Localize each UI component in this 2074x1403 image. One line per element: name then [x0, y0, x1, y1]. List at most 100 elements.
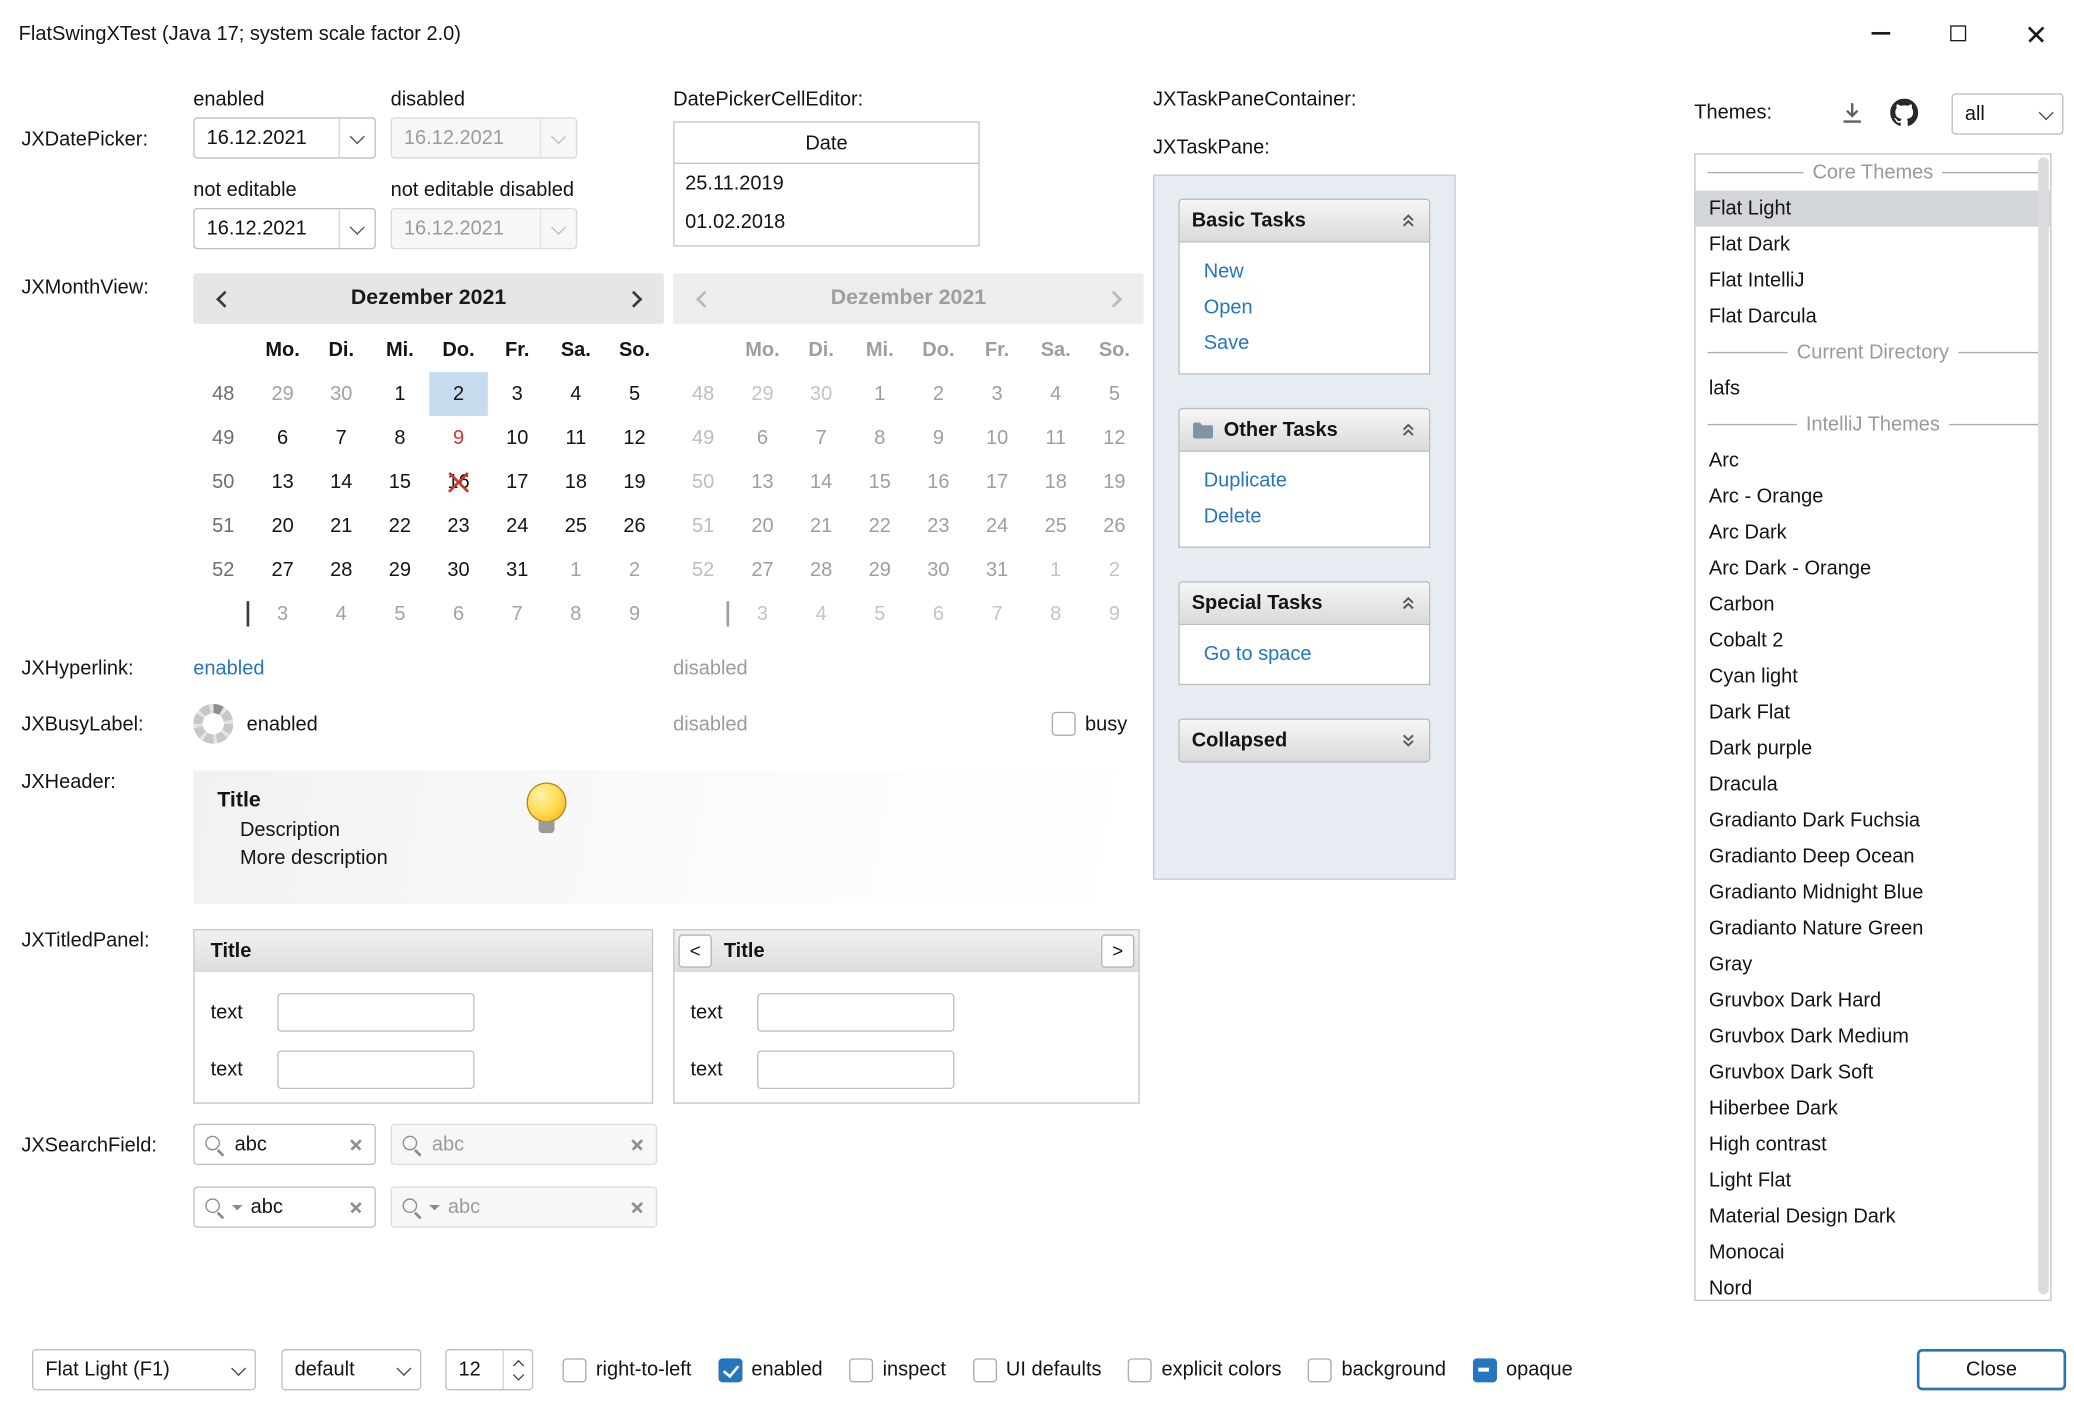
calendar-day[interactable]: 26	[605, 504, 664, 548]
checkbox-box[interactable]	[1308, 1358, 1332, 1382]
theme-list-item[interactable]: Carbon	[1696, 587, 2051, 623]
themes-list[interactable]: Core ThemesFlat LightFlat DarkFlat Intel…	[1694, 153, 2051, 1301]
calendar-day[interactable]: 15	[371, 460, 430, 504]
calendar-day[interactable]: 5	[371, 592, 430, 636]
calendar-day[interactable]: 29	[371, 548, 430, 592]
datepicker-not-editable[interactable]: 16.12.2021	[193, 208, 376, 249]
prev-month-button[interactable]	[193, 273, 254, 324]
calendar-day[interactable]: 7	[312, 416, 371, 460]
minimize-button[interactable]	[1842, 0, 1919, 67]
calendar-day[interactable]: 1	[371, 372, 430, 416]
calendar-day[interactable]: 6	[253, 416, 312, 460]
calendar-day[interactable]: 10	[488, 416, 547, 460]
theme-list-item[interactable]: Monocai	[1696, 1234, 2051, 1270]
checkbox-ui-defaults[interactable]: UI defaults	[973, 1358, 1102, 1382]
table-row[interactable]: 01.02.2018	[674, 203, 978, 242]
download-icon[interactable]	[1838, 99, 1866, 132]
text-input[interactable]	[278, 993, 475, 1032]
search-menu-arrow-icon[interactable]	[232, 1204, 243, 1209]
datepicker-enabled[interactable]: 16.12.2021	[193, 117, 376, 158]
theme-list-item[interactable]: Nord	[1696, 1270, 2051, 1301]
theme-list-item[interactable]: High contrast	[1696, 1126, 2051, 1162]
font-combo-dropdown-button[interactable]	[387, 1350, 420, 1389]
calendar-day[interactable]: 21	[312, 504, 371, 548]
theme-list-item[interactable]: Flat Darcula	[1696, 299, 2051, 335]
calendar-day[interactable]: 22	[371, 504, 430, 548]
checkbox-box[interactable]	[563, 1358, 587, 1382]
calendar-day[interactable]: 29	[253, 372, 312, 416]
close-window-button[interactable]	[1997, 0, 2074, 67]
taskpane-link[interactable]: New	[1180, 253, 1429, 289]
theme-list-item[interactable]: Material Design Dark	[1696, 1198, 2051, 1234]
calendar-day[interactable]: 24	[488, 504, 547, 548]
calendar-day[interactable]: 4	[547, 372, 606, 416]
titledpanel-prev-button[interactable]: <	[678, 934, 711, 967]
text-input[interactable]	[757, 1050, 954, 1089]
taskpane-link[interactable]: Duplicate	[1180, 463, 1429, 499]
theme-list-item[interactable]: Gradianto Dark Fuchsia	[1696, 802, 2051, 838]
calendar-day[interactable]: 19	[605, 460, 664, 504]
taskpane-header[interactable]: Special Tasks	[1178, 581, 1430, 625]
text-input[interactable]	[757, 993, 954, 1032]
taskpane-link[interactable]: Open	[1180, 289, 1429, 325]
clear-icon[interactable]	[348, 1199, 364, 1215]
calendar-day[interactable]: 17	[488, 460, 547, 504]
laf-combo-dropdown-button[interactable]	[221, 1350, 254, 1389]
searchfield-value[interactable]: abc	[235, 1133, 340, 1156]
theme-list-item[interactable]: Arc	[1696, 443, 2051, 479]
theme-list-item[interactable]: lafs	[1696, 371, 2051, 407]
checkbox-box[interactable]	[849, 1358, 873, 1382]
calendar-day[interactable]: 12	[605, 416, 664, 460]
datepicker-cell-editor-table[interactable]: Date 25.11.2019 01.02.2018	[673, 121, 980, 246]
searchfield-value[interactable]: abc	[251, 1196, 340, 1219]
calendar-day[interactable]: 13	[253, 460, 312, 504]
theme-list-item[interactable]: Flat Dark	[1696, 227, 2051, 263]
checkbox-opaque[interactable]: opaque	[1473, 1358, 1573, 1382]
theme-list-item[interactable]: Dracula	[1696, 766, 2051, 802]
checkbox-enabled[interactable]: enabled	[718, 1358, 822, 1382]
calendar-day[interactable]: 28	[312, 548, 371, 592]
calendar-day[interactable]: 3	[488, 372, 547, 416]
checkbox-box[interactable]	[718, 1358, 742, 1382]
calendar-day[interactable]: 11	[547, 416, 606, 460]
calendar-day[interactable]: 14	[312, 460, 371, 504]
calendar-day[interactable]: 6	[429, 592, 488, 636]
calendar-day[interactable]: 2	[605, 548, 664, 592]
taskpane-link[interactable]: Delete	[1180, 499, 1429, 535]
theme-list-item[interactable]: Flat IntelliJ	[1696, 263, 2051, 299]
calendar-day[interactable]: 25	[547, 504, 606, 548]
datepicker-value[interactable]: 16.12.2021	[195, 127, 339, 150]
calendar-day[interactable]: 5	[605, 372, 664, 416]
theme-list-item[interactable]: Cyan light	[1696, 659, 2051, 695]
theme-list-item[interactable]: Gray	[1696, 946, 2051, 982]
taskpane-header[interactable]: Collapsed	[1178, 718, 1430, 762]
theme-list-item[interactable]: Flat Light	[1696, 191, 2051, 227]
table-column-header-date[interactable]: Date	[674, 123, 978, 164]
theme-list-item[interactable]: Arc - Orange	[1696, 479, 2051, 515]
checkbox-box[interactable]	[1052, 712, 1076, 736]
calendar-day[interactable]: 31	[488, 548, 547, 592]
theme-list-item[interactable]: Gradianto Deep Ocean	[1696, 838, 2051, 874]
theme-list-item[interactable]: Gruvbox Dark Medium	[1696, 1018, 2051, 1054]
calendar-day[interactable]: 8	[547, 592, 606, 636]
theme-list-item[interactable]: Light Flat	[1696, 1162, 2051, 1198]
taskpane-header[interactable]: Basic Tasks	[1178, 199, 1430, 243]
theme-list-item[interactable]: Cobalt 2	[1696, 623, 2051, 659]
searchfield-enabled[interactable]: abc	[193, 1124, 376, 1165]
checkbox-box[interactable]	[1128, 1358, 1152, 1382]
clear-icon[interactable]	[348, 1136, 364, 1152]
calendar-day[interactable]: 2	[429, 372, 488, 416]
github-icon[interactable]	[1890, 99, 1918, 132]
text-input[interactable]	[278, 1050, 475, 1089]
theme-list-item[interactable]: Gruvbox Dark Hard	[1696, 982, 2051, 1018]
calendar-day[interactable]: 4	[312, 592, 371, 636]
calendar-day[interactable]: 27	[253, 548, 312, 592]
themes-scrollbar[interactable]	[2038, 157, 2049, 1294]
calendar-day[interactable]: 30	[312, 372, 371, 416]
titledpanel-next-button[interactable]: >	[1101, 934, 1134, 967]
calendar-day[interactable]: 3	[253, 592, 312, 636]
close-dialog-button[interactable]: Close	[1917, 1349, 2066, 1390]
calendar-day[interactable]: 9	[605, 592, 664, 636]
themes-filter-combo[interactable]: all	[1952, 93, 2064, 134]
theme-list-item[interactable]: Hiberbee Dark	[1696, 1090, 2051, 1126]
